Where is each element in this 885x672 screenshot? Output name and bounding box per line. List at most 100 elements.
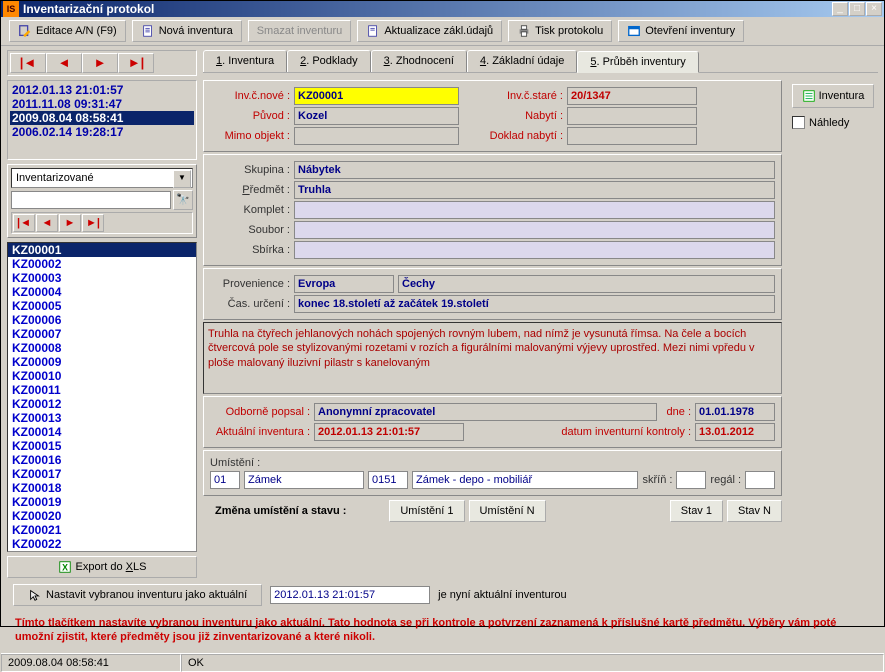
list-item[interactable]: KZ00008	[8, 341, 196, 355]
label-regal: regál :	[710, 474, 741, 486]
field-regal[interactable]	[745, 471, 775, 489]
field-doklad[interactable]	[567, 127, 697, 145]
umisteni1-button[interactable]: Umístění 1	[389, 500, 464, 522]
field-aktualni[interactable]: 2012.01.13 21:01:57	[314, 423, 464, 441]
list-item[interactable]: KZ00021	[8, 523, 196, 537]
app-icon: IS	[3, 1, 19, 17]
field-loc3[interactable]: 0151	[368, 471, 408, 489]
tab-prubeh[interactable]: 5. Průběh inventury	[577, 51, 698, 73]
list-item[interactable]: KZ00006	[8, 313, 196, 327]
nav-first[interactable]: |◄	[10, 53, 46, 73]
label-dne: dne :	[661, 406, 691, 418]
nav-last[interactable]: ►|	[118, 53, 154, 73]
search-input[interactable]	[11, 191, 171, 209]
list-item[interactable]: KZ00019	[8, 495, 196, 509]
list-item[interactable]: KZ00010	[8, 369, 196, 383]
nahled-checkbox[interactable]: Náhledy	[792, 116, 874, 129]
field-loc1[interactable]: 01	[210, 471, 240, 489]
list-item[interactable]: KZ00016	[8, 453, 196, 467]
list-item[interactable]: KZ00004	[8, 285, 196, 299]
item-list[interactable]: KZ00001KZ00002KZ00003KZ00004KZ00005KZ000…	[7, 242, 197, 552]
open-inventory-button[interactable]: Otevření inventury	[618, 20, 744, 42]
label-inv-nove: Inv.č.nové :	[210, 90, 290, 102]
umisteniN-button[interactable]: Umístění N	[469, 500, 546, 522]
list-item[interactable]: KZ00014	[8, 425, 196, 439]
list-item[interactable]: KZ00012	[8, 397, 196, 411]
description-box[interactable]: Truhla na čtyřech jehlanových nohách spo…	[203, 322, 782, 394]
edit-button[interactable]: Editace A/N (F9)	[9, 20, 126, 42]
nav-prev[interactable]: ◄	[46, 53, 82, 73]
tab-zakladni[interactable]: 4. Základní údaje	[467, 50, 577, 72]
nav-next[interactable]: ►	[82, 53, 118, 73]
label-soubor: Soubor :	[210, 224, 290, 236]
field-predmet[interactable]: Truhla	[294, 181, 775, 199]
list-item[interactable]: KZ00015	[8, 439, 196, 453]
field-puvod[interactable]: Kozel	[294, 107, 459, 125]
date-list[interactable]: 2012.01.13 21:01:572011.11.08 09:31:4720…	[7, 80, 197, 160]
printer-icon	[517, 24, 531, 38]
field-cas[interactable]: konec 18.století až začátek 19.století	[294, 295, 775, 313]
field-komplet[interactable]	[294, 201, 775, 219]
maximize-button[interactable]: □	[849, 2, 865, 16]
side-panel: Inventura Náhledy	[788, 80, 878, 578]
label-odborne: Odborně popsal :	[210, 406, 310, 418]
list-item[interactable]: KZ00007	[8, 327, 196, 341]
print-button[interactable]: Tisk protokolu	[508, 20, 612, 42]
list-item[interactable]: KZ00009	[8, 355, 196, 369]
stav1-button[interactable]: Stav 1	[670, 500, 723, 522]
item-nav: |◄ ◄ ► ►|	[11, 212, 193, 234]
field-mimo[interactable]	[294, 127, 459, 145]
field-nabyti[interactable]	[567, 107, 697, 125]
item-last[interactable]: ►|	[82, 214, 104, 232]
list-item[interactable]: KZ00002	[8, 257, 196, 271]
tab-inventura[interactable]: 1. Inventura	[203, 50, 287, 72]
list-item[interactable]: KZ00018	[8, 481, 196, 495]
new-label: Nová inventura	[159, 25, 233, 37]
close-button[interactable]: ×	[866, 2, 882, 16]
stavN-button[interactable]: Stav N	[727, 500, 782, 522]
update-label: Aktualizace zákl.údajů	[384, 25, 493, 37]
field-prov1[interactable]: Evropa	[294, 275, 394, 293]
field-sbirka[interactable]	[294, 241, 775, 259]
field-loc2[interactable]: Zámek	[244, 471, 364, 489]
list-item[interactable]: KZ00017	[8, 467, 196, 481]
field-loc4[interactable]: Zámek - depo - mobiliář	[412, 471, 638, 489]
inventura-button[interactable]: Inventura	[792, 84, 874, 108]
field-skrin[interactable]	[676, 471, 706, 489]
delete-inventory-button[interactable]: Smazat inventuru	[248, 20, 352, 42]
date-item[interactable]: 2009.08.04 08:58:41	[10, 111, 194, 125]
list-item[interactable]: KZ00022	[8, 537, 196, 551]
date-item[interactable]: 2006.02.14 19:28:17	[10, 125, 194, 139]
item-first[interactable]: |◄	[13, 214, 35, 232]
item-prev[interactable]: ◄	[36, 214, 58, 232]
list-item[interactable]: KZ00020	[8, 509, 196, 523]
update-button[interactable]: Aktualizace zákl.údajů	[357, 20, 502, 42]
minimize-button[interactable]: _	[832, 2, 848, 16]
list-item[interactable]: KZ00003	[8, 271, 196, 285]
tab-zhodnoceni[interactable]: 3. Zhodnocení	[371, 50, 467, 72]
field-prov2[interactable]: Čechy	[398, 275, 775, 293]
field-skupina[interactable]: Nábytek	[294, 161, 775, 179]
field-dne[interactable]: 01.01.1978	[695, 403, 775, 421]
set-current-button[interactable]: Nastavit vybranou inventuru jako aktuáln…	[13, 584, 262, 606]
search-button[interactable]: 🔭	[173, 190, 193, 210]
field-datum-kontroly[interactable]: 13.01.2012	[695, 423, 775, 441]
field-soubor[interactable]	[294, 221, 775, 239]
new-inventory-button[interactable]: Nová inventura	[132, 20, 242, 42]
filter-combo[interactable]: Inventarizované	[11, 168, 193, 188]
label-puvod: Původ :	[210, 110, 290, 122]
list-item[interactable]: KZ00001	[8, 243, 196, 257]
field-inv-stare[interactable]: 20/1347	[567, 87, 697, 105]
list-item[interactable]: KZ00005	[8, 299, 196, 313]
list-item[interactable]: KZ00011	[8, 383, 196, 397]
field-inv-nove[interactable]: KZ00001	[294, 87, 459, 105]
export-xls-button[interactable]: X Export do XLS	[7, 556, 197, 578]
date-item[interactable]: 2012.01.13 21:01:57	[10, 83, 194, 97]
label-mimo: Mimo objekt :	[210, 130, 290, 142]
item-next[interactable]: ►	[59, 214, 81, 232]
list-item[interactable]: KZ00013	[8, 411, 196, 425]
field-odborne[interactable]: Anonymní zpracovatel	[314, 403, 657, 421]
tab-podklady[interactable]: 2. Podklady	[287, 50, 371, 72]
refresh-icon	[366, 24, 380, 38]
date-item[interactable]: 2011.11.08 09:31:47	[10, 97, 194, 111]
